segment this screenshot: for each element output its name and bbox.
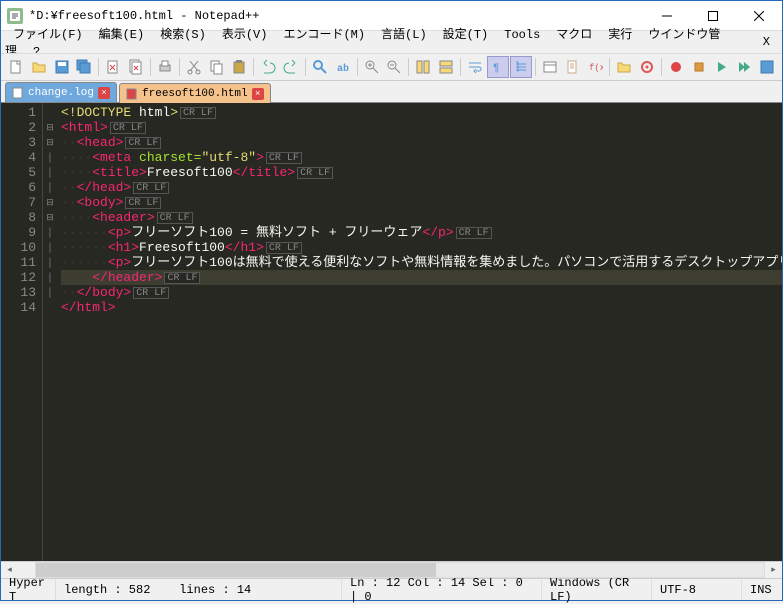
play-icon[interactable] bbox=[710, 56, 732, 78]
replace-icon[interactable]: ab bbox=[332, 56, 354, 78]
statusbar: Hyper T length : 582 lines : 14 Ln : 12 … bbox=[1, 578, 782, 600]
menu-item[interactable]: 検索(S) bbox=[152, 26, 214, 44]
file-icon bbox=[126, 88, 138, 100]
menu-item[interactable]: 編集(E) bbox=[91, 26, 153, 44]
zoom-in-icon[interactable] bbox=[361, 56, 383, 78]
paste-icon[interactable] bbox=[229, 56, 251, 78]
folder-icon[interactable] bbox=[613, 56, 635, 78]
code-area[interactable]: <!DOCTYPE html>CR LF<html>CR LF··<head>C… bbox=[57, 103, 782, 561]
file-tab[interactable]: change.log × bbox=[5, 82, 117, 102]
lang-icon[interactable] bbox=[539, 56, 561, 78]
menu-item[interactable]: 表示(V) bbox=[214, 26, 276, 44]
close-all-icon[interactable] bbox=[125, 56, 147, 78]
tab-close-icon[interactable]: × bbox=[252, 88, 264, 100]
menu-item[interactable]: ファイル(F) bbox=[5, 26, 91, 44]
window-title: *D:¥freesoft100.html - Notepad++ bbox=[29, 9, 644, 23]
editor[interactable]: 1234567891011121314 ⊟⊟│││⊟⊟│││││ <!DOCTY… bbox=[1, 103, 782, 561]
tab-label: freesoft100.html bbox=[142, 88, 248, 100]
status-eol[interactable]: Windows (CR LF) bbox=[542, 579, 652, 600]
indent-guide-icon[interactable] bbox=[510, 56, 532, 78]
monitor-icon[interactable] bbox=[636, 56, 658, 78]
doc-map-icon[interactable] bbox=[561, 56, 583, 78]
scroll-thumb[interactable] bbox=[36, 563, 436, 577]
redo-icon[interactable] bbox=[280, 56, 302, 78]
show-all-chars-icon[interactable]: ¶ bbox=[487, 56, 509, 78]
sync-h-icon[interactable] bbox=[435, 56, 457, 78]
status-encoding[interactable]: UTF-8 bbox=[652, 579, 742, 600]
save-icon[interactable] bbox=[51, 56, 73, 78]
menu-item[interactable]: 言語(L) bbox=[373, 26, 435, 44]
app-icon bbox=[7, 8, 23, 24]
save-all-icon[interactable] bbox=[74, 56, 96, 78]
wordwrap-icon[interactable] bbox=[464, 56, 486, 78]
menu-extra[interactable]: X bbox=[763, 35, 778, 49]
status-type: Hyper T bbox=[1, 579, 56, 600]
cut-icon[interactable] bbox=[183, 56, 205, 78]
print-icon[interactable] bbox=[154, 56, 176, 78]
file-icon bbox=[12, 87, 24, 99]
menu-item[interactable]: マクロ bbox=[548, 26, 600, 44]
line-gutter: 1234567891011121314 bbox=[1, 103, 43, 561]
close-file-icon[interactable] bbox=[102, 56, 124, 78]
file-tab[interactable]: freesoft100.html × bbox=[119, 83, 271, 103]
play-multi-icon[interactable] bbox=[733, 56, 755, 78]
scroll-right-button[interactable]: ▸ bbox=[765, 562, 782, 577]
menubar: ファイル(F)編集(E)検索(S)表示(V)エンコード(M)言語(L)設定(T)… bbox=[1, 31, 782, 53]
open-file-icon[interactable] bbox=[28, 56, 50, 78]
svg-text:ab: ab bbox=[337, 63, 349, 75]
save-macro-icon[interactable] bbox=[756, 56, 778, 78]
horizontal-scrollbar[interactable]: ◂ ▸ bbox=[1, 561, 782, 578]
tab-label: change.log bbox=[28, 87, 94, 99]
svg-text:¶: ¶ bbox=[493, 63, 500, 75]
toolbar: ab ¶ f(x) bbox=[1, 53, 782, 81]
sync-v-icon[interactable] bbox=[412, 56, 434, 78]
find-icon[interactable] bbox=[309, 56, 331, 78]
copy-icon[interactable] bbox=[206, 56, 228, 78]
undo-icon[interactable] bbox=[257, 56, 279, 78]
menu-item[interactable]: 設定(T) bbox=[435, 26, 497, 44]
status-position: Ln : 12 Col : 14 Sel : 0 | 0 bbox=[342, 579, 542, 600]
tabbar: change.log × freesoft100.html × bbox=[1, 81, 782, 103]
zoom-out-icon[interactable] bbox=[384, 56, 406, 78]
stop-icon[interactable] bbox=[688, 56, 710, 78]
status-length: length : 582 lines : 14 bbox=[56, 579, 342, 600]
menu-item[interactable]: 実行 bbox=[600, 26, 640, 44]
menu-item[interactable]: Tools bbox=[496, 26, 548, 44]
tab-close-icon[interactable]: × bbox=[98, 87, 110, 99]
svg-text:f(x): f(x) bbox=[589, 63, 603, 73]
menu-item[interactable]: エンコード(M) bbox=[275, 26, 373, 44]
status-insert-mode[interactable]: INS bbox=[742, 579, 782, 600]
record-icon[interactable] bbox=[665, 56, 687, 78]
scroll-track[interactable] bbox=[35, 562, 765, 578]
fold-column[interactable]: ⊟⊟│││⊟⊟│││││ bbox=[43, 103, 57, 561]
func-list-icon[interactable]: f(x) bbox=[584, 56, 606, 78]
new-file-icon[interactable] bbox=[5, 56, 27, 78]
